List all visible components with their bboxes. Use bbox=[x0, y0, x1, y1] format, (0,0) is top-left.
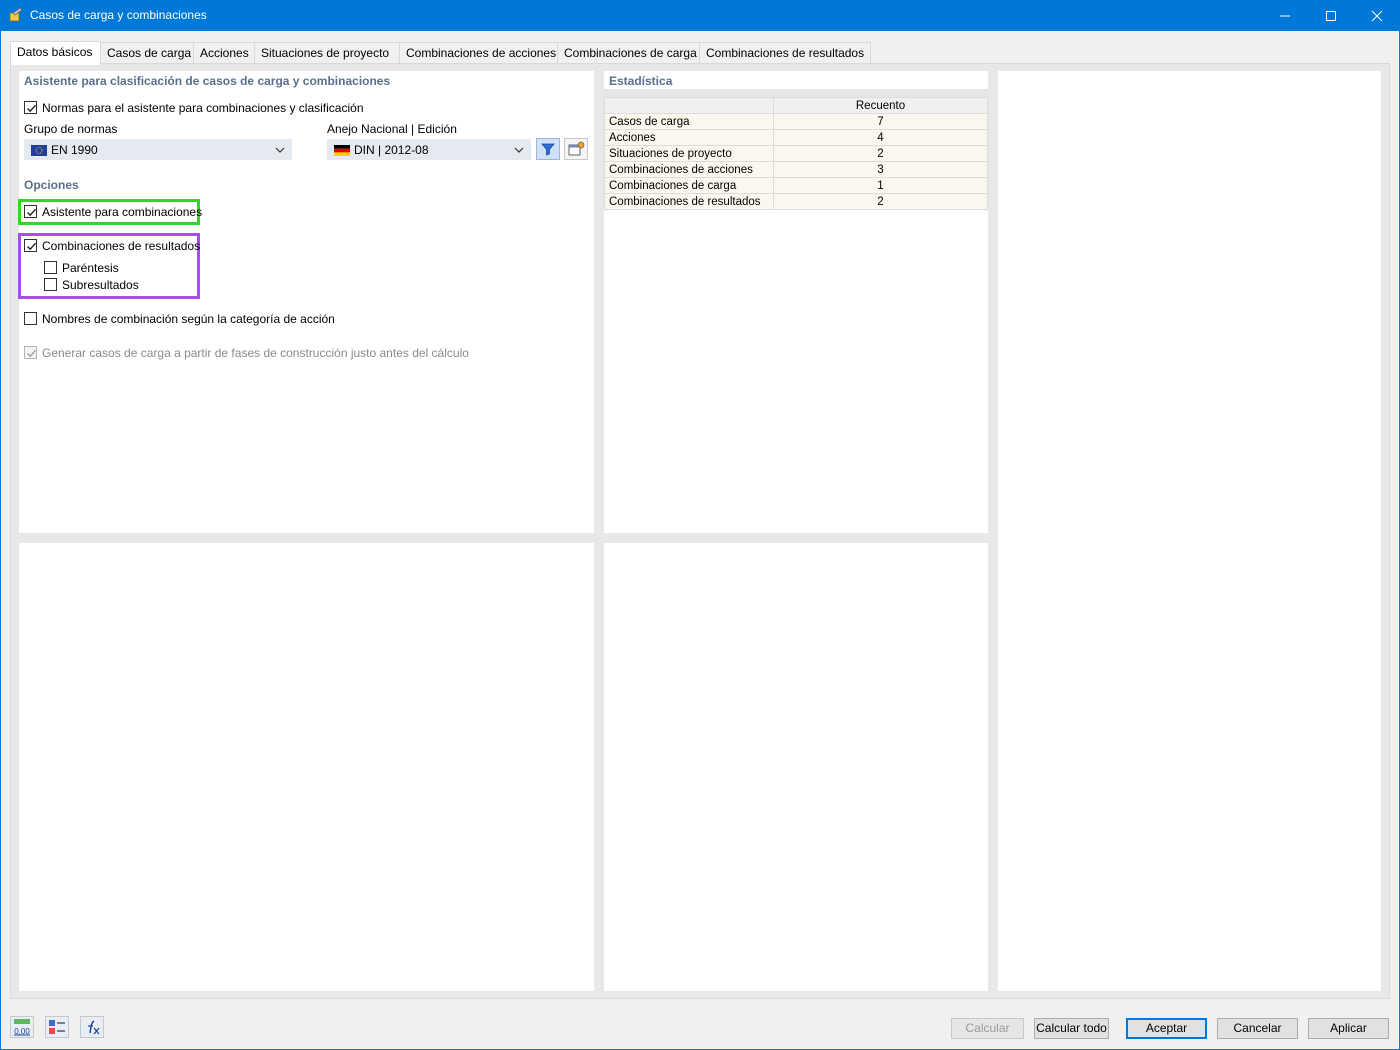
stat-count: 3 bbox=[773, 161, 988, 178]
load-cases-app-icon bbox=[9, 7, 23, 22]
checkmark-icon bbox=[27, 242, 37, 251]
standard-group-label: Grupo de normas bbox=[24, 122, 118, 136]
stat-name: Situaciones de proyecto bbox=[604, 145, 774, 162]
settings-window-icon bbox=[568, 141, 585, 156]
standards-checkbox-label: Normas para el asistente para combinacio… bbox=[42, 101, 364, 115]
germany-flag-icon bbox=[334, 145, 350, 156]
national-annex-label: Anejo Nacional | Edición bbox=[327, 122, 457, 136]
apply-button[interactable]: Aplicar bbox=[1308, 1018, 1389, 1039]
table-row[interactable]: Situaciones de proyecto 2 bbox=[604, 145, 988, 162]
tab-datos-basicos[interactable]: Datos básicos bbox=[10, 41, 101, 65]
stat-count: 2 bbox=[773, 145, 988, 162]
standard-group-select[interactable]: EN 1990 bbox=[24, 139, 292, 160]
ok-button[interactable]: Aceptar bbox=[1126, 1018, 1207, 1039]
table-row[interactable]: Combinaciones de resultados 2 bbox=[604, 193, 988, 210]
combination-wizard-checkbox[interactable] bbox=[24, 205, 37, 218]
checkmark-icon bbox=[27, 208, 37, 217]
tab-combinaciones-de-resultados[interactable]: Combinaciones de resultados bbox=[699, 42, 871, 64]
standard-group-value: EN 1990 bbox=[51, 143, 98, 157]
result-combinations-checkbox[interactable] bbox=[24, 239, 37, 252]
checkmark-icon bbox=[27, 349, 37, 358]
stat-name: Combinaciones de resultados bbox=[604, 193, 774, 210]
options-heading: Opciones bbox=[24, 178, 79, 192]
function-fx-icon bbox=[88, 1020, 100, 1035]
tab-casos-de-carga[interactable]: Casos de carga bbox=[100, 42, 194, 64]
filter-button[interactable] bbox=[536, 138, 560, 160]
table-row[interactable]: Combinaciones de carga 1 bbox=[604, 177, 988, 194]
subresults-label: Subresultados bbox=[62, 278, 139, 292]
close-button[interactable] bbox=[1354, 0, 1400, 31]
generate-load-cases-label: Generar casos de carga a partir de fases… bbox=[42, 346, 469, 360]
statistics-table: Recuento Casos de carga 7 Acciones 4 Sit… bbox=[604, 97, 988, 210]
right-empty-panel bbox=[998, 71, 1381, 991]
cancel-button[interactable]: Cancelar bbox=[1217, 1018, 1298, 1039]
table-row[interactable]: Casos de carga 7 bbox=[604, 113, 988, 130]
stat-name: Combinaciones de acciones bbox=[604, 161, 774, 178]
filter-icon bbox=[541, 143, 555, 156]
combination-wizard-label: Asistente para combinaciones bbox=[42, 205, 203, 219]
stat-count: 7 bbox=[773, 113, 988, 130]
minimize-button[interactable] bbox=[1262, 0, 1308, 31]
statistics-count-header: Recuento bbox=[773, 97, 988, 114]
generate-load-cases-checkbox bbox=[24, 346, 37, 359]
close-icon bbox=[1371, 10, 1383, 22]
tab-acciones[interactable]: Acciones bbox=[193, 42, 255, 64]
statistics-header-band bbox=[604, 89, 988, 97]
minimize-icon bbox=[1280, 15, 1290, 17]
stat-count: 2 bbox=[773, 193, 988, 210]
chevron-down-icon bbox=[275, 147, 285, 153]
window-title: Casos de carga y combinaciones bbox=[30, 8, 207, 22]
calculate-all-button[interactable]: Calcular todo bbox=[1034, 1018, 1109, 1039]
table-row[interactable]: Combinaciones de acciones 3 bbox=[604, 161, 988, 178]
stat-count: 1 bbox=[773, 177, 988, 194]
national-annex-value: DIN | 2012-08 bbox=[354, 143, 429, 157]
checkmark-icon bbox=[27, 104, 37, 113]
calculate-button: Calcular bbox=[951, 1018, 1024, 1039]
subresults-checkbox[interactable] bbox=[44, 278, 57, 291]
chevron-down-icon bbox=[514, 147, 524, 153]
edit-standard-button[interactable] bbox=[564, 138, 588, 160]
bottom-left-empty-panel bbox=[19, 543, 594, 991]
model-units-icon bbox=[49, 1020, 65, 1034]
bottom-middle-empty-panel bbox=[604, 543, 988, 991]
result-combinations-label: Combinaciones de resultados bbox=[42, 239, 201, 253]
stat-name: Casos de carga bbox=[604, 113, 774, 130]
stat-name: Acciones bbox=[604, 129, 774, 146]
maximize-icon bbox=[1326, 11, 1336, 21]
maximize-button[interactable] bbox=[1308, 0, 1354, 31]
tab-combinaciones-de-carga[interactable]: Combinaciones de carga bbox=[557, 42, 700, 64]
formula-tool-button[interactable] bbox=[80, 1016, 104, 1038]
parentheses-checkbox[interactable] bbox=[44, 261, 57, 274]
parentheses-label: Paréntesis bbox=[62, 261, 119, 275]
title-bar: Casos de carga y combinaciones bbox=[0, 0, 1400, 31]
units-tool-button[interactable] bbox=[45, 1016, 69, 1038]
wizard-heading: Asistente para clasificación de casos de… bbox=[24, 74, 391, 88]
tab-combinaciones-de-acciones[interactable]: Combinaciones de acciones bbox=[399, 42, 558, 64]
combination-names-checkbox[interactable] bbox=[24, 312, 37, 325]
eu-flag-icon bbox=[31, 145, 47, 156]
statistics-name-header bbox=[604, 97, 774, 114]
stat-count: 4 bbox=[773, 129, 988, 146]
table-row[interactable]: Acciones 4 bbox=[604, 129, 988, 146]
stat-name: Combinaciones de carga bbox=[604, 177, 774, 194]
combination-names-label: Nombres de combinación según la categorí… bbox=[42, 312, 335, 326]
tab-situaciones-de-proyecto[interactable]: Situaciones de proyecto bbox=[254, 42, 400, 64]
standards-checkbox[interactable] bbox=[24, 101, 37, 114]
decimal-places-icon: 0,00 bbox=[14, 1019, 30, 1036]
decimals-tool-button[interactable]: 0,00 bbox=[10, 1016, 34, 1038]
national-annex-select[interactable]: DIN | 2012-08 bbox=[327, 139, 531, 160]
statistics-heading: Estadística bbox=[609, 74, 673, 88]
